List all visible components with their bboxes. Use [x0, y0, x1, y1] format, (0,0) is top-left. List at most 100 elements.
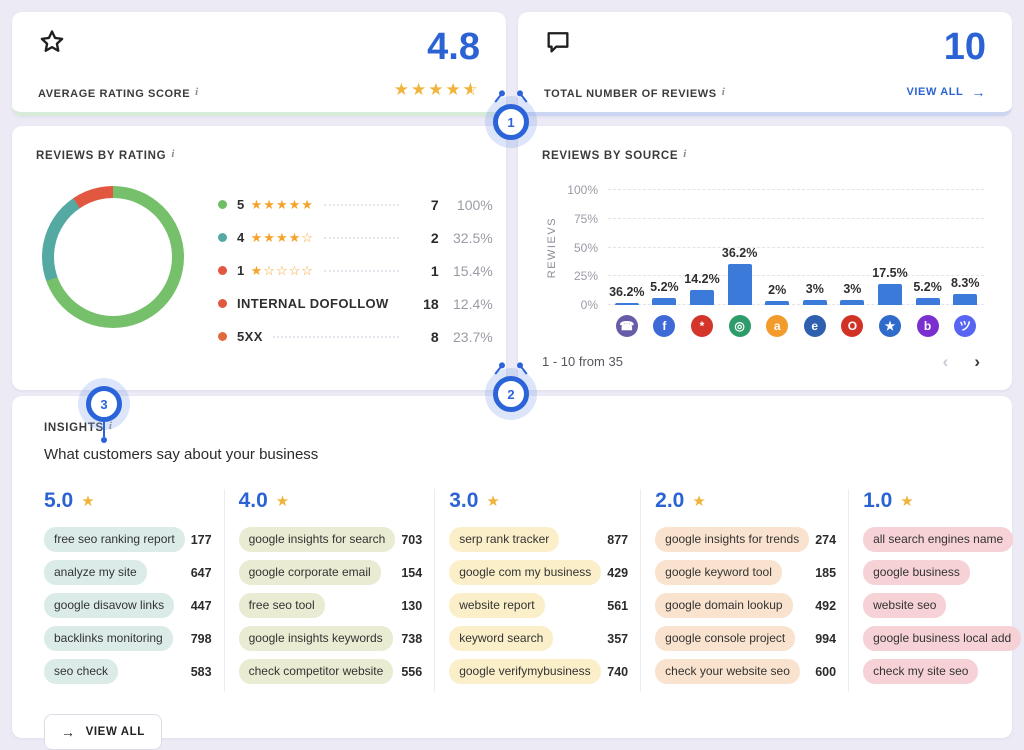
keyword-tag[interactable]: google verifymybusiness [449, 659, 600, 684]
legend-row: INTERNAL DOFOLLOW1812.4% [218, 287, 493, 320]
keyword-count: 994 [815, 632, 836, 646]
facebook-icon: f [653, 315, 675, 337]
legend-percent: 100% [439, 197, 493, 213]
insights-title: INSIGHTSi [44, 420, 994, 434]
info-icon[interactable]: i [109, 420, 113, 432]
tour-marker-2[interactable]: 2 [493, 376, 529, 412]
pagination-text: 1 - 10 from 35 [542, 354, 623, 369]
bar-facebook [652, 298, 676, 305]
rating-donut-chart [42, 186, 184, 328]
legend-percent: 12.4% [439, 296, 493, 312]
star-icon: ★ [692, 492, 705, 510]
ebay-icon: e [804, 315, 826, 337]
keyword-tag[interactable]: google insights for search [239, 527, 396, 552]
keyword-count: 647 [191, 566, 212, 580]
keyword-row: google disavow links 447 [44, 593, 212, 618]
keyword-count: 357 [607, 632, 628, 646]
keyword-tag[interactable]: free seo ranking report [44, 527, 185, 552]
bar-ebay [803, 300, 827, 305]
star-icon: ★ [411, 80, 428, 99]
keyword-row: website seo816 [863, 593, 1024, 618]
tour-marker-3[interactable]: 3 [86, 386, 122, 422]
keyword-tag[interactable]: keyword search [449, 626, 553, 651]
view-all-reviews-link[interactable]: VIEW ALL→ [906, 84, 986, 100]
keyword-tag[interactable]: check my site seo [863, 659, 978, 684]
star-icon: ★ [900, 492, 913, 510]
source-icon-slot: ◎ [721, 315, 759, 337]
keyword-tag[interactable]: google domain lookup [655, 593, 792, 618]
keyword-tag[interactable]: free seo tool [239, 593, 325, 618]
source-icon-slot: a [758, 315, 796, 337]
info-icon[interactable]: i [683, 148, 687, 160]
keyword-row: seo check583 [44, 659, 212, 684]
bar-viber [615, 303, 639, 305]
column-score: 4.0 [239, 489, 268, 513]
keyword-tag[interactable]: google com my business [449, 560, 601, 585]
keyword-tag[interactable]: website report [449, 593, 544, 618]
bar-value-label: 36.2% [609, 285, 644, 299]
reviews-by-rating-title: REVIEWS BY RATINGi [36, 148, 482, 162]
keyword-tag[interactable]: website seo [863, 593, 946, 618]
total-reviews-value: 10 [944, 28, 986, 66]
keyword-tag[interactable]: backlinks monitoring [44, 626, 173, 651]
tripadvisor-icon: ◎ [729, 315, 751, 337]
info-icon[interactable]: i [195, 86, 199, 98]
column-score: 2.0 [655, 489, 684, 513]
y-tick-label: 100% [567, 183, 598, 197]
bar-value-label: 5.2% [650, 280, 679, 294]
keyword-tag[interactable]: check competitor website [239, 659, 394, 684]
reviews-by-rating-card: REVIEWS BY RATINGi 5★★★★★7100%4★★★★☆232.… [12, 126, 506, 390]
keyword-row: google business453 [863, 560, 1024, 585]
pagination-next-button[interactable]: › [974, 353, 980, 370]
star-outline-icon [38, 28, 199, 56]
keyword-tag[interactable]: google business local add [863, 626, 1021, 651]
legend-dot [218, 332, 227, 341]
opera-icon: O [841, 315, 863, 337]
legend-count: 2 [409, 230, 439, 246]
pagination-prev-button[interactable]: ‹ [943, 353, 949, 370]
insights-columns: 5.0★free seo ranking report177analyze my… [30, 489, 994, 692]
keyword-row: all search engines name426 [863, 527, 1024, 552]
legend-label: INTERNAL DOFOLLOW [237, 296, 389, 311]
viber-icon: ☎ [616, 315, 638, 337]
donut-hole [54, 198, 172, 316]
keyword-tag[interactable]: google business [863, 560, 970, 585]
column-score: 3.0 [449, 489, 478, 513]
keyword-tag[interactable]: google insights for trends [655, 527, 809, 552]
keyword-count: 154 [401, 566, 422, 580]
average-rating-card: AVERAGE RATING SCOREi 4.8 ★★★★★☆ [12, 12, 506, 116]
keyword-count: 185 [815, 566, 836, 580]
tour-marker-number: 3 [100, 397, 107, 412]
bar-yelp [690, 290, 714, 305]
keyword-tag[interactable]: google disavow links [44, 593, 174, 618]
keyword-tag[interactable]: google corporate email [239, 560, 381, 585]
keyword-tag[interactable]: check your website seo [655, 659, 800, 684]
keyword-count: 447 [191, 599, 212, 613]
gridline [608, 275, 984, 276]
tour-marker-1[interactable]: 1 [493, 104, 529, 140]
keyword-count: 738 [401, 632, 422, 646]
keyword-tag[interactable]: serp rank tracker [449, 527, 559, 552]
keyword-row: check my site seo883 [863, 659, 1024, 684]
keyword-tag[interactable]: google insights keywords [239, 626, 393, 651]
source-icon-slot: * [683, 315, 721, 337]
amazon-icon: a [766, 315, 788, 337]
keyword-tag[interactable]: google keyword tool [655, 560, 782, 585]
dotted-leader [324, 270, 399, 272]
legend-row: 5★★★★★7100% [218, 188, 493, 221]
gridline [608, 247, 984, 248]
keyword-tag[interactable]: seo check [44, 659, 118, 684]
bar-value-label: 14.2% [684, 272, 719, 286]
insights-view-all-button[interactable]: → VIEW ALL [44, 714, 162, 750]
info-icon[interactable]: i [171, 148, 175, 160]
source-icon-slot: O [834, 315, 872, 337]
insights-card: INSIGHTSi What customers say about your … [12, 396, 1012, 738]
info-icon[interactable]: i [722, 86, 726, 98]
keyword-tag[interactable]: all search engines name [863, 527, 1013, 552]
yelp-icon: * [691, 315, 713, 337]
legend-percent: 23.7% [439, 329, 493, 345]
source-icons-row: ☎f*◎aeO★bツ [608, 315, 984, 337]
keyword-tag[interactable]: analyze my site [44, 560, 147, 585]
star-icon: ★ [81, 492, 94, 510]
keyword-tag[interactable]: google console project [655, 626, 795, 651]
